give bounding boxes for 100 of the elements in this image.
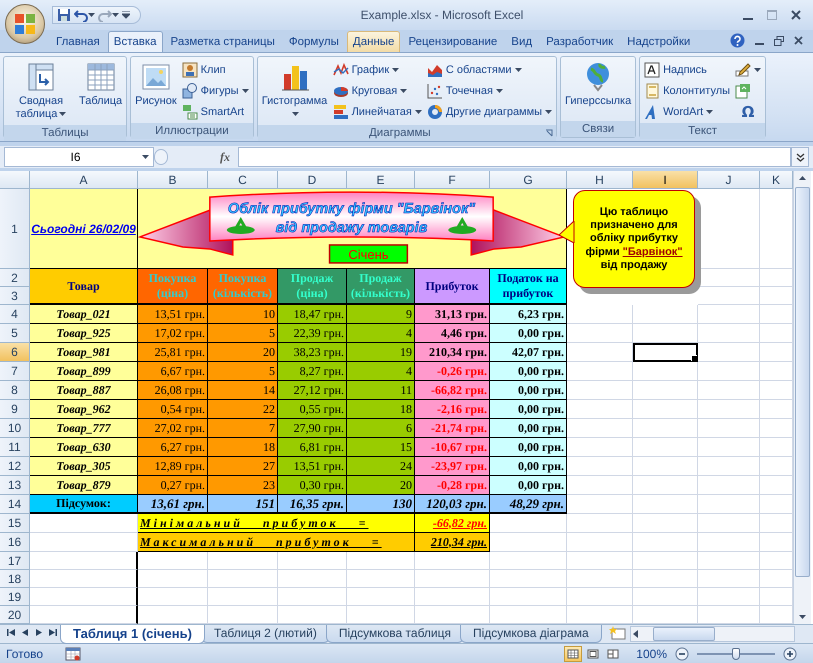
- scrollbar-thumb[interactable]: [652, 627, 715, 641]
- column-header[interactable]: K: [760, 171, 793, 189]
- ribbon-button[interactable]: Гистограмма: [260, 59, 329, 123]
- table-cell: -0,26 грн.: [415, 362, 490, 381]
- ribbon-tab[interactable]: Данные: [346, 31, 400, 52]
- row-header[interactable]: 1: [0, 189, 30, 269]
- row-header[interactable]: 10: [0, 419, 30, 438]
- table-cell: Товар_887: [30, 381, 138, 400]
- ribbon-button[interactable]: Линейчатая: [332, 103, 423, 121]
- row-header[interactable]: 13: [0, 476, 30, 495]
- ribbon-tab[interactable]: Надстройки: [621, 31, 696, 52]
- ribbon-button[interactable]: Гиперссылка: [564, 59, 632, 110]
- office-button[interactable]: [5, 4, 45, 44]
- table-cell: 22: [208, 400, 278, 419]
- column-header[interactable]: I: [633, 171, 698, 189]
- row-header[interactable]: 15: [0, 514, 30, 533]
- sheet-tab[interactable]: Таблиця 1 (січень): [60, 625, 205, 644]
- name-box[interactable]: I6: [4, 147, 154, 167]
- zoom-out-button[interactable]: [675, 647, 689, 661]
- ribbon-button[interactable]: Колонтитулы: [643, 82, 732, 100]
- maximize-button[interactable]: [767, 10, 777, 20]
- save-button[interactable]: [57, 8, 71, 22]
- zoom-slider-thumb[interactable]: [732, 648, 740, 660]
- ribbon-button[interactable]: Таблица: [78, 59, 124, 110]
- formula-input[interactable]: [238, 147, 791, 167]
- ribbon-tab[interactable]: Формулы: [282, 31, 345, 52]
- undo-button[interactable]: [74, 8, 95, 22]
- view-button[interactable]: [564, 646, 582, 662]
- ribbon-button[interactable]: Точечная: [426, 82, 554, 100]
- close-button[interactable]: [794, 36, 803, 45]
- ribbon-button[interactable]: График: [332, 61, 423, 79]
- macro-record-button[interactable]: [65, 647, 82, 661]
- last-sheet-button[interactable]: [46, 628, 60, 637]
- row-header[interactable]: 17: [0, 552, 30, 570]
- horizontal-scrollbar[interactable]: [630, 626, 795, 642]
- column-header[interactable]: D: [278, 171, 347, 189]
- ribbon-button[interactable]: Рисунок: [134, 59, 178, 110]
- ribbon-tab[interactable]: Главная: [50, 31, 106, 52]
- company-link[interactable]: "Барвінок": [622, 246, 683, 258]
- row-header[interactable]: 4: [0, 305, 30, 324]
- row-header[interactable]: 8: [0, 381, 30, 400]
- symbol-button[interactable]: Ω: [734, 103, 762, 121]
- row-header[interactable]: 9: [0, 400, 30, 419]
- close-button[interactable]: [791, 10, 801, 20]
- row-header[interactable]: 14: [0, 495, 30, 514]
- row-header[interactable]: 19: [0, 588, 30, 606]
- ribbon-button[interactable]: Фигуры: [180, 82, 250, 100]
- scrollbar-thumb[interactable]: [795, 187, 810, 577]
- ribbon-tab[interactable]: Рецензирование: [402, 31, 504, 52]
- bar-chart-icon: [332, 104, 349, 120]
- ribbon-button[interactable]: Сводная таблица: [7, 59, 75, 123]
- ribbon-tab[interactable]: Вид: [505, 31, 538, 52]
- vertical-scrollbar[interactable]: [793, 171, 811, 624]
- row-header[interactable]: 5: [0, 324, 30, 343]
- row-header[interactable]: 7: [0, 362, 30, 381]
- row-header[interactable]: 16: [0, 533, 30, 552]
- column-header[interactable]: E: [347, 171, 415, 189]
- row-header[interactable]: 3: [0, 287, 30, 305]
- customize-toolbar-button[interactable]: [122, 11, 130, 19]
- row-header[interactable]: 20: [0, 606, 30, 624]
- ribbon-button[interactable]: Другие диаграммы: [426, 103, 554, 121]
- select-all-button[interactable]: [0, 171, 30, 189]
- row-header[interactable]: 6: [0, 343, 30, 362]
- splitter-handle-icon[interactable]: [154, 149, 168, 165]
- sheet-tab[interactable]: Підсумкова діаграма: [460, 625, 602, 643]
- column-header[interactable]: G: [490, 171, 567, 189]
- column-header[interactable]: B: [138, 171, 208, 189]
- active-cell[interactable]: [633, 343, 698, 362]
- column-header[interactable]: A: [30, 171, 138, 189]
- column-header[interactable]: C: [208, 171, 278, 189]
- ribbon-tab[interactable]: Разметка страницы: [164, 31, 281, 52]
- help-button[interactable]: [730, 33, 745, 48]
- ribbon-button[interactable]: Надпись: [643, 61, 732, 79]
- ribbon-tab[interactable]: Разработчик: [540, 31, 620, 52]
- ribbon-button[interactable]: Круговая: [332, 82, 423, 100]
- first-sheet-icon: [7, 628, 15, 637]
- redo-button[interactable]: [98, 8, 119, 22]
- row-header[interactable]: 12: [0, 457, 30, 476]
- restore-button[interactable]: [774, 36, 784, 46]
- sheet-tab[interactable]: Підсумкова таблиця: [326, 625, 464, 643]
- insert-function-button[interactable]: fx: [168, 150, 238, 164]
- zoom-slider[interactable]: [697, 647, 775, 661]
- ribbon-button[interactable]: Клип: [180, 61, 250, 79]
- ribbon-button[interactable]: С областями: [426, 61, 554, 79]
- table-cell: Товар_305: [30, 457, 138, 476]
- row-header[interactable]: 2: [0, 269, 30, 287]
- expand-formula-button[interactable]: [791, 147, 809, 167]
- first-sheet-button[interactable]: [4, 628, 18, 637]
- dialog-launcher-button[interactable]: [542, 125, 556, 141]
- ribbon-tab[interactable]: Вставка: [108, 31, 163, 52]
- column-header[interactable]: H: [567, 171, 633, 189]
- ribbon-button[interactable]: SmartArt: [180, 103, 250, 121]
- column-header[interactable]: F: [415, 171, 490, 189]
- ribbon-button[interactable]: WordArt: [643, 103, 732, 121]
- zoom-in-button[interactable]: [783, 647, 797, 661]
- row-header[interactable]: 18: [0, 570, 30, 588]
- ribbon-button[interactable]: [734, 61, 762, 79]
- column-header[interactable]: J: [698, 171, 760, 189]
- row-header[interactable]: 11: [0, 438, 30, 457]
- date-link[interactable]: Сьогодні 26/02/09: [30, 189, 138, 269]
